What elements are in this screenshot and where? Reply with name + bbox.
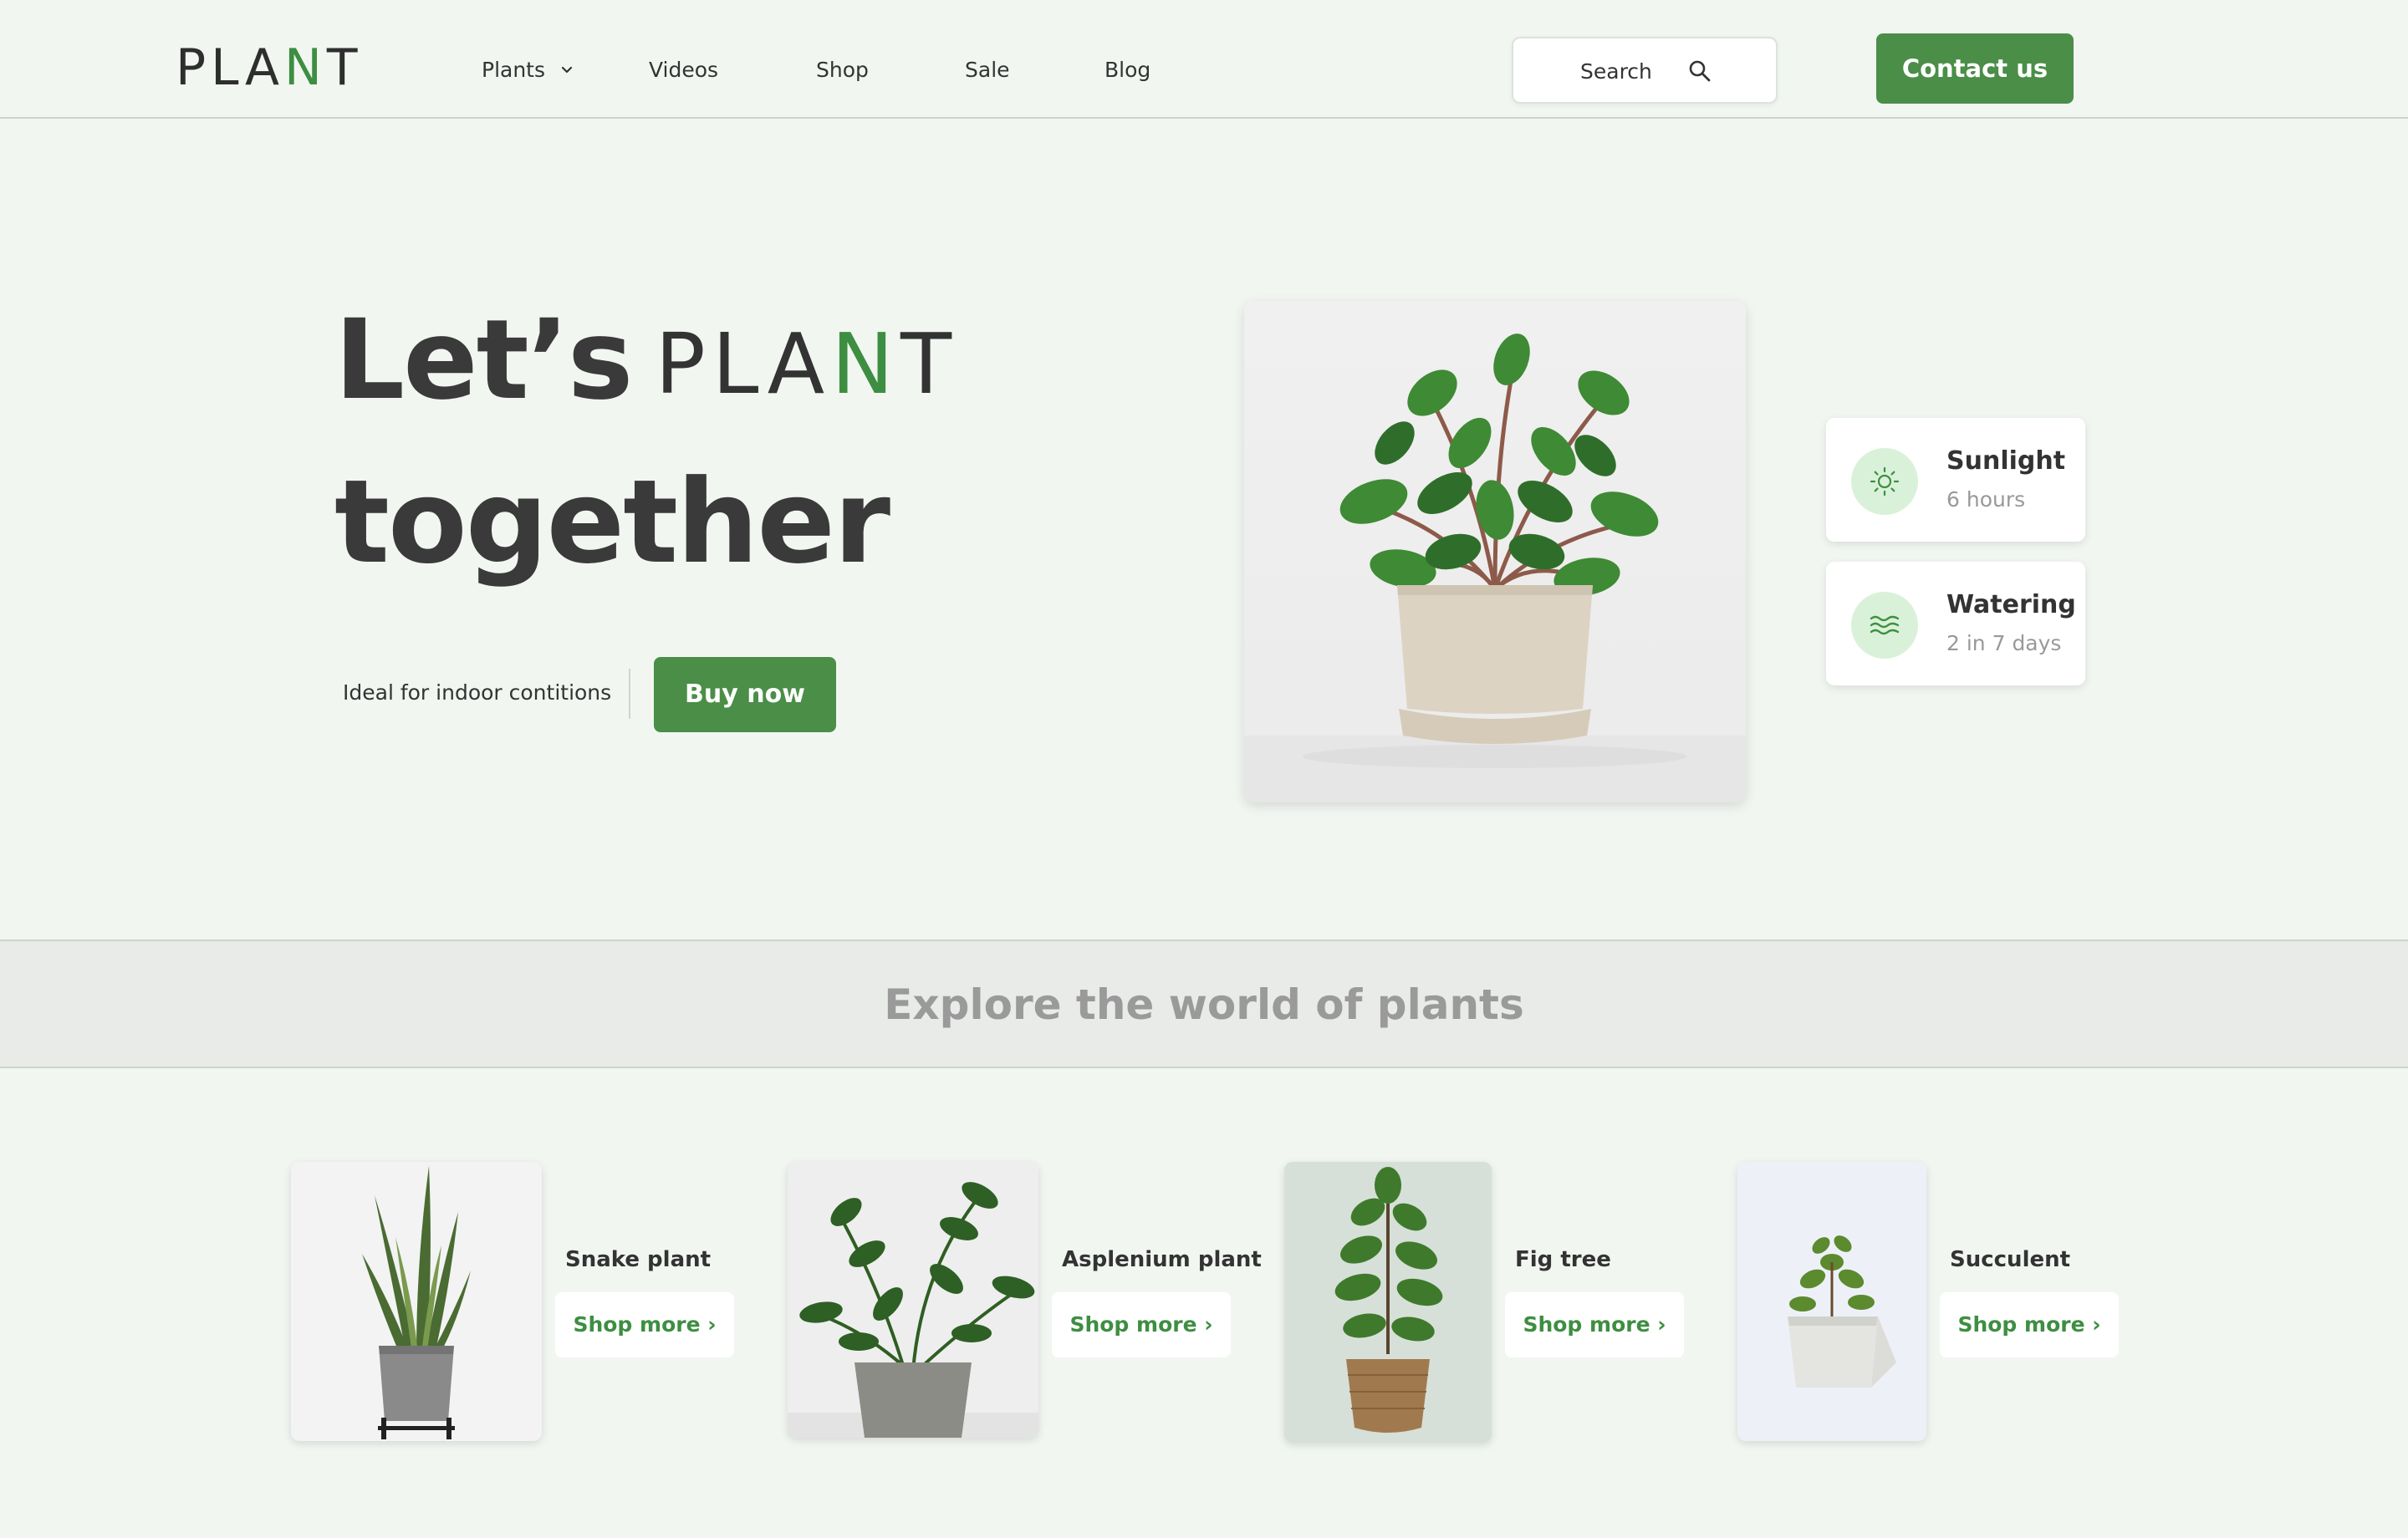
shop-more-button-asplenium-plant[interactable]: Shop more › — [1052, 1292, 1231, 1357]
asplenium-plant-image[interactable] — [788, 1162, 1038, 1438]
sun-icon — [1870, 466, 1900, 497]
snake-plant-photo — [362, 1166, 471, 1439]
logo-pre: PLA — [176, 38, 285, 97]
sunlight-title: Sunlight — [1946, 446, 2066, 476]
hero-title-word: Let’s — [334, 296, 633, 425]
shop-more-button-snake-plant[interactable]: Shop more › — [555, 1292, 734, 1357]
succulent-image[interactable] — [1737, 1162, 1926, 1441]
shop-more-button-succulent[interactable]: Shop more › — [1940, 1292, 2119, 1357]
nav-blog[interactable]: Blog — [1105, 57, 1150, 84]
hero-logo-post: T — [900, 315, 959, 413]
hero-title-line1: Let’s PLANT — [334, 298, 958, 423]
hero-logo-pre: PLA — [655, 315, 832, 413]
product-name-snake-plant: Snake plant — [565, 1247, 712, 1272]
buy-now-button[interactable]: Buy now — [654, 657, 836, 732]
explore-banner: Explore the world of plants — [0, 940, 2408, 1068]
explore-heading: Explore the world of plants — [884, 980, 1524, 1029]
watering-title: Watering — [1946, 590, 2076, 619]
hero-subtitle: Ideal for indoor contitions — [343, 680, 612, 705]
succulent-photo — [1788, 1235, 1896, 1388]
sunlight-card: Sunlight 6 hours — [1826, 418, 2085, 542]
hero-title-line2: together — [334, 455, 890, 589]
nav-videos[interactable]: Videos — [649, 57, 718, 84]
asplenium-plant-photo — [788, 1182, 1038, 1438]
water-icon-badge — [1851, 592, 1918, 659]
sunlight-detail: 6 hours — [1946, 487, 2026, 512]
sun-icon-badge — [1851, 448, 1918, 515]
hero-divider — [629, 669, 630, 719]
fig-tree-image[interactable] — [1284, 1162, 1492, 1443]
fig-tree-photo — [1334, 1167, 1443, 1433]
contact-us-button[interactable]: Contact us — [1876, 33, 2074, 104]
peperomia-plant-image — [1244, 334, 1746, 802]
logo-post: T — [326, 38, 363, 97]
hero-logo-accent-letter: N — [831, 315, 900, 413]
shop-more-button-fig-tree[interactable]: Shop more › — [1505, 1292, 1684, 1357]
watering-card: Watering 2 in 7 days — [1826, 562, 2085, 685]
search-icon[interactable] — [1687, 59, 1712, 84]
search-label: Search — [1580, 59, 1652, 84]
nav-sale[interactable]: Sale — [965, 57, 1010, 84]
watering-detail: 2 in 7 days — [1946, 631, 2062, 655]
product-name-succulent: Succulent — [1950, 1247, 2071, 1272]
product-name-asplenium-plant: Asplenium plant — [1062, 1247, 1262, 1272]
brand-logo[interactable]: PLANT — [176, 38, 363, 97]
hero-brand-logo: PLANT — [655, 306, 958, 423]
water-waves-icon — [1870, 615, 1900, 635]
top-navbar: PLANT Plants Videos Shop Sale Blog Searc… — [0, 0, 2408, 119]
product-name-fig-tree: Fig tree — [1515, 1247, 1611, 1272]
page: PLANT Plants Videos Shop Sale Blog Searc… — [0, 0, 2408, 1538]
nav-shop[interactable]: Shop — [816, 57, 869, 84]
search-input[interactable]: Search — [1512, 37, 1778, 104]
logo-accent-letter: N — [284, 38, 327, 97]
hero-plant-photo — [1244, 301, 1746, 802]
chevron-down-icon[interactable] — [559, 62, 575, 79]
snake-plant-image[interactable] — [291, 1162, 542, 1441]
nav-plants[interactable]: Plants — [482, 57, 545, 84]
